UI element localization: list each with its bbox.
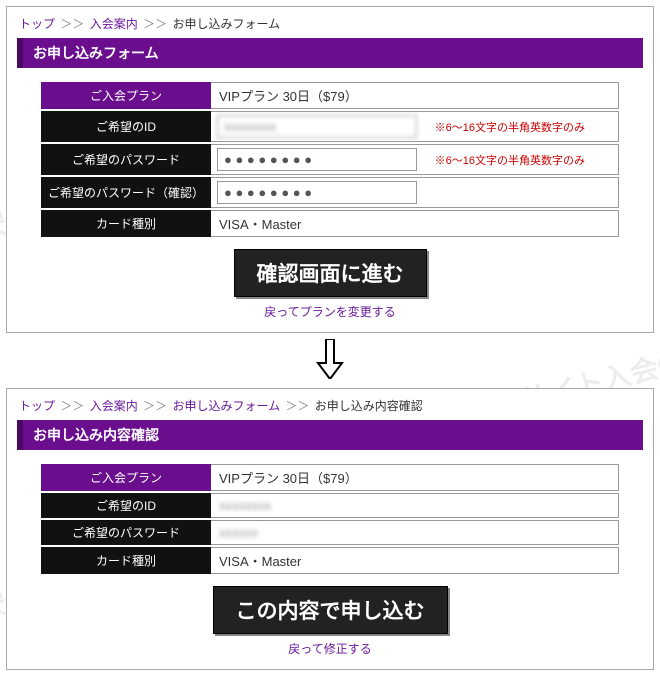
- confirmation-panel: トップ ＞＞ 入会案内 ＞＞ お申し込みフォーム ＞＞ お申し込み内容確認 お申…: [6, 388, 654, 670]
- breadcrumb-current: お申し込みフォーム: [172, 17, 280, 31]
- plan-label: ご入会プラン: [41, 82, 211, 109]
- table-row: ご希望のID xxxxxxxx: [41, 493, 619, 518]
- panel-title: お申し込みフォーム: [17, 38, 643, 68]
- breadcrumb-top[interactable]: トップ: [19, 399, 55, 413]
- plan-value: VIPプラン 30日（$79）: [211, 82, 619, 109]
- id-label: ご希望のID: [41, 111, 211, 142]
- id-input[interactable]: xxxxxxxx: [217, 115, 417, 138]
- password-confirm-label: ご希望のパスワード（確認）: [41, 177, 211, 208]
- password-hint: ※6～16文字の半角英数字のみ: [435, 155, 585, 167]
- id-value: xxxxxxxx: [219, 498, 271, 513]
- card-label: カード種別: [41, 210, 211, 237]
- back-link[interactable]: 戻って修正する: [288, 642, 371, 656]
- back-link[interactable]: 戻ってプランを変更する: [264, 305, 395, 319]
- password-value: xxxxxx: [219, 525, 258, 540]
- table-row: ご希望のパスワード ● ● ● ● ● ● ● ● ※6～16文字の半角英数字の…: [41, 144, 619, 175]
- plan-value: VIPプラン 30日（$79）: [211, 464, 619, 491]
- plan-label: ご入会プラン: [41, 464, 211, 491]
- breadcrumb-sep: ＞＞: [285, 399, 309, 413]
- id-label: ご希望のID: [41, 493, 211, 518]
- breadcrumb-form[interactable]: お申し込みフォーム: [172, 399, 280, 413]
- breadcrumb-sep: ＞＞: [143, 17, 167, 31]
- table-row: ご希望のパスワード xxxxxx: [41, 520, 619, 545]
- confirm-table: ご入会プラン VIPプラン 30日（$79） ご希望のID xxxxxxxx ご…: [41, 462, 619, 576]
- password-confirm-input[interactable]: ● ● ● ● ● ● ● ●: [217, 181, 417, 204]
- submit-button[interactable]: この内容で申し込む: [213, 586, 448, 634]
- table-row: ご希望のID xxxxxxxx ※6～16文字の半角英数字のみ: [41, 111, 619, 142]
- breadcrumb-guide[interactable]: 入会案内: [90, 17, 138, 31]
- breadcrumb-current: お申し込み内容確認: [315, 399, 423, 413]
- breadcrumb-top[interactable]: トップ: [19, 17, 55, 31]
- password-label: ご希望のパスワード: [41, 520, 211, 545]
- table-row: カード種別 VISA・Master: [41, 210, 619, 237]
- breadcrumb-sep: ＞＞: [60, 17, 84, 31]
- panel-title: お申し込み内容確認: [17, 420, 643, 450]
- form-table: ご入会プラン VIPプラン 30日（$79） ご希望のID xxxxxxxx ※…: [41, 80, 619, 239]
- table-row: ご希望のパスワード（確認） ● ● ● ● ● ● ● ●: [41, 177, 619, 208]
- application-form-panel: トップ ＞＞ 入会案内 ＞＞ お申し込みフォーム お申し込みフォーム ご入会プラ…: [6, 6, 654, 333]
- password-label: ご希望のパスワード: [41, 144, 211, 175]
- table-row: ご入会プラン VIPプラン 30日（$79）: [41, 464, 619, 491]
- breadcrumb: トップ ＞＞ 入会案内 ＞＞ お申し込みフォーム ＞＞ お申し込み内容確認: [19, 397, 643, 414]
- arrow-down-icon: [6, 339, 654, 382]
- table-row: ご入会プラン VIPプラン 30日（$79）: [41, 82, 619, 109]
- breadcrumb-guide[interactable]: 入会案内: [90, 399, 138, 413]
- card-value: VISA・Master: [211, 210, 619, 237]
- id-hint: ※6～16文字の半角英数字のみ: [435, 122, 585, 134]
- proceed-button[interactable]: 確認画面に進む: [234, 249, 427, 297]
- card-value: VISA・Master: [211, 547, 619, 574]
- password-input[interactable]: ● ● ● ● ● ● ● ●: [217, 148, 417, 171]
- table-row: カード種別 VISA・Master: [41, 547, 619, 574]
- breadcrumb-sep: ＞＞: [143, 399, 167, 413]
- breadcrumb-sep: ＞＞: [60, 399, 84, 413]
- breadcrumb: トップ ＞＞ 入会案内 ＞＞ お申し込みフォーム: [19, 15, 643, 32]
- card-label: カード種別: [41, 547, 211, 574]
